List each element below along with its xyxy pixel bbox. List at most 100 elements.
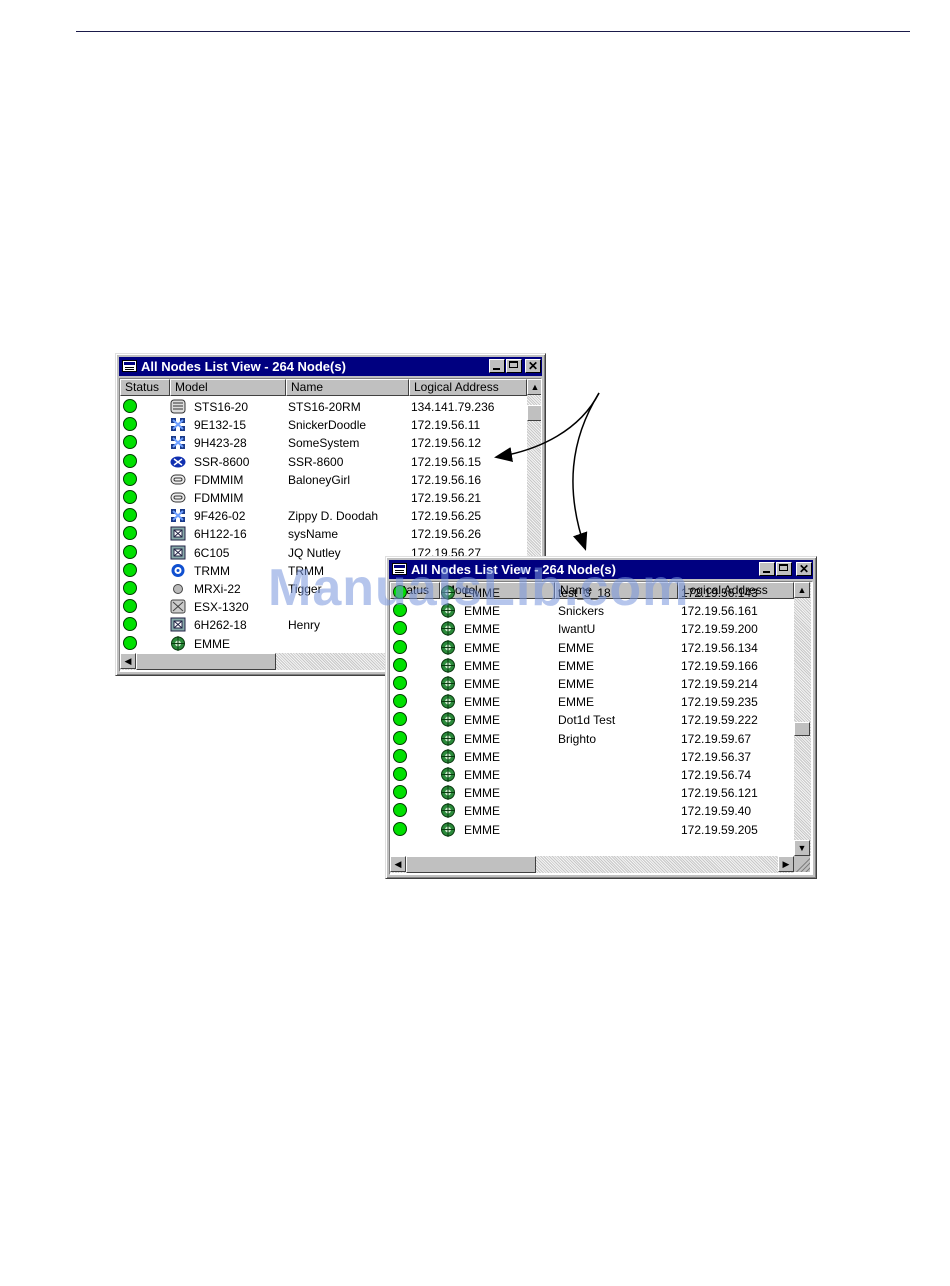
table-row[interactable]: 9E132-15 SnickerDoodle 172.19.56.11 (120, 416, 527, 434)
table-row[interactable]: EMME EMME 172.19.59.214 (390, 675, 794, 693)
resize-grip[interactable] (794, 856, 810, 872)
cell-name: BaloneyGirl (288, 472, 351, 487)
list-view[interactable]: Status Model Name Logical Address EMME te… (389, 581, 813, 875)
status-indicator (393, 785, 407, 800)
status-indicator (393, 803, 407, 818)
cell-model: 9F426-02 (194, 509, 246, 524)
cell-model: EMME (464, 695, 500, 710)
close-button[interactable]: ✕ (525, 359, 541, 373)
scroll-left-button[interactable]: ◀ (390, 856, 406, 872)
switch-icon (170, 508, 186, 523)
cell-address: 172.19.59.205 (681, 822, 758, 837)
table-row[interactable]: EMME 172.19.56.74 (390, 766, 794, 784)
status-indicator (123, 417, 137, 432)
scroll-right-button[interactable]: ▶ (778, 856, 794, 872)
table-row[interactable]: EMME EMME 172.19.59.166 (390, 657, 794, 675)
emme-icon (440, 694, 456, 710)
emme-icon (440, 821, 456, 837)
cell-address: 172.19.56.25 (411, 509, 482, 524)
scroll-up-button[interactable]: ▲ (794, 582, 810, 598)
scroll-down-button[interactable]: ▼ (794, 840, 810, 856)
table-row[interactable]: EMME EMME 172.19.56.134 (390, 639, 794, 657)
table-row[interactable]: EMME Brighto 172.19.59.67 (390, 730, 794, 748)
cell-name: Dot1d Test (558, 713, 616, 728)
emme-icon (440, 639, 456, 655)
table-row[interactable]: EMME 172.19.56.121 (390, 784, 794, 802)
column-header-name[interactable]: Name (286, 379, 409, 396)
minimize-button[interactable] (489, 359, 505, 373)
status-indicator (393, 748, 407, 763)
status-indicator (393, 621, 407, 636)
status-indicator (123, 490, 137, 504)
minimize-button[interactable] (759, 562, 775, 576)
emme-icon (440, 712, 456, 728)
cell-model: EMME (464, 822, 500, 837)
table-row[interactable]: FDMMIM 172.19.56.21 (120, 489, 527, 507)
scroll-left-button[interactable]: ◀ (120, 653, 136, 669)
horizontal-scrollbar[interactable]: ◀ (120, 653, 390, 670)
cell-model: EMME (464, 749, 500, 764)
cell-model: SSR-8600 (194, 454, 250, 469)
table-row[interactable]: 6H122-16 sysName 172.19.56.26 (120, 525, 527, 543)
status-indicator (123, 526, 137, 541)
cell-model: 9E132-15 (194, 418, 247, 433)
table-row[interactable]: FDMMIM BaloneyGirl 172.19.56.16 (120, 471, 527, 489)
table-row[interactable]: EMME EMME 172.19.59.235 (390, 693, 794, 711)
table-row[interactable]: 9F426-02 Zippy D. Doodah 172.19.56.25 (120, 507, 527, 525)
status-indicator (123, 562, 137, 577)
watermark: ManualsLib.com (268, 559, 690, 617)
title-bar[interactable]: All Nodes List View - 264 Node(s) ✕ (119, 357, 542, 376)
table-row[interactable]: SSR-8600 SSR-8600 172.19.56.15 (120, 453, 527, 471)
cell-address: 172.19.59.235 (681, 695, 758, 710)
cell-model: EMME (464, 677, 500, 691)
hub-icon (170, 599, 186, 614)
emme-icon (440, 767, 456, 782)
cell-model: EMME (464, 731, 500, 746)
cell-model: 6H122-16 (194, 527, 247, 542)
sts-device-icon (170, 399, 186, 414)
table-row[interactable]: EMME 172.19.59.40 (390, 802, 794, 820)
switch-icon (170, 417, 186, 432)
table-row[interactable]: 9H423-28 SomeSystem 172.19.56.12 (120, 434, 527, 452)
column-header-status[interactable]: Status (120, 379, 170, 396)
column-header-logical-address[interactable]: Logical Address (409, 379, 527, 396)
status-indicator (123, 435, 137, 450)
vertical-scrollbar[interactable]: ▲ ▼ (794, 582, 811, 856)
small-node-icon (170, 581, 186, 596)
horizontal-scroll-thumb[interactable] (406, 856, 536, 873)
emme-icon (440, 785, 456, 801)
emme-icon (440, 748, 456, 764)
cell-address: 172.19.56.16 (411, 472, 482, 487)
switch-icon (170, 435, 186, 450)
cell-address: 172.19.56.121 (681, 786, 758, 801)
cell-name: SnickerDoodle (288, 418, 367, 433)
table-row[interactable]: EMME IwantU 172.19.59.200 (390, 620, 794, 638)
table-row[interactable]: EMME Dot1d Test 172.19.59.222 (390, 711, 794, 729)
cell-address: 172.19.56.11 (411, 418, 481, 433)
table-row[interactable]: EMME 172.19.59.205 (390, 821, 794, 839)
status-indicator (123, 508, 137, 523)
cell-model: 9H423-28 (194, 436, 247, 451)
table-row[interactable]: STS16-20 STS16-20RM 134.141.79.236 (120, 398, 527, 416)
column-header-model[interactable]: Model (170, 379, 286, 396)
emme-icon (170, 635, 186, 651)
scroll-thumb[interactable] (527, 405, 541, 421)
cell-name: sysName (288, 527, 339, 542)
cell-model: TRMM (194, 563, 230, 578)
table-row[interactable]: EMME 172.19.56.37 (390, 748, 794, 766)
horizontal-scrollbar[interactable]: ◀ ▶ (390, 856, 794, 873)
maximize-button[interactable] (506, 359, 522, 373)
scroll-up-button[interactable]: ▲ (527, 379, 541, 395)
maximize-button[interactable] (776, 562, 792, 576)
cell-address: 172.19.56.15 (411, 454, 482, 469)
close-button[interactable]: ✕ (796, 562, 812, 576)
scroll-thumb[interactable] (794, 722, 810, 736)
cell-name: EMME (558, 677, 594, 691)
emme-icon (440, 621, 456, 637)
cell-model: EMME (464, 622, 500, 637)
ring-icon (170, 563, 186, 578)
status-indicator (393, 657, 407, 672)
horizontal-scroll-thumb[interactable] (136, 653, 276, 670)
app-icon[interactable] (122, 360, 137, 372)
cell-name: EMME (558, 658, 594, 673)
